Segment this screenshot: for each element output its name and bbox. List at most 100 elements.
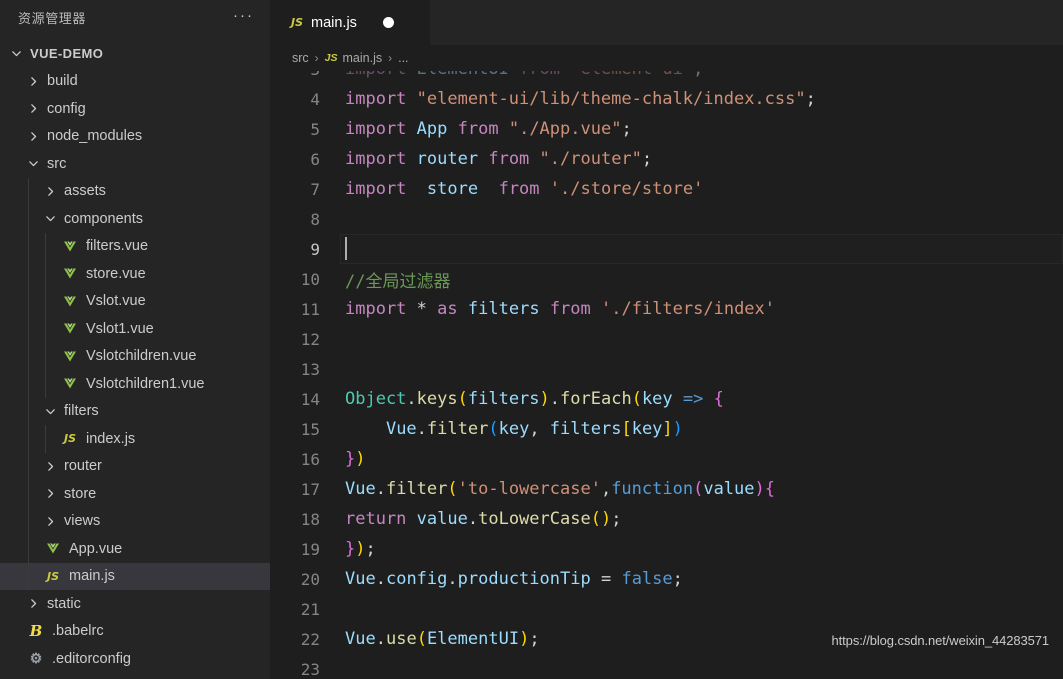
tree-item-vslotchildren-vue[interactable]: Vslotchildren.vue [0,342,270,370]
chevron-right-icon[interactable] [42,488,59,499]
breadcrumb-ellipsis[interactable]: ... [398,51,408,65]
code-line[interactable]: 13 [270,354,1063,384]
tree-item-filters[interactable]: filters [0,397,270,425]
tree-item-build[interactable]: build [0,68,270,96]
chevron-right-icon[interactable] [25,103,42,114]
tree-item-static[interactable]: static [0,590,270,618]
code-token: ( [590,509,601,529]
tree-item-store[interactable]: store [0,480,270,508]
tree-item-components[interactable]: components [0,205,270,233]
code-line[interactable]: 22 Vue.use(ElementUI); [270,624,1063,654]
indent-guide [45,287,46,315]
tree-item-config[interactable]: config [0,95,270,123]
code-line[interactable]: 17 Vue.filter('to-lowercase',function(val… [270,474,1063,504]
chevron-right-icon[interactable] [25,76,42,87]
tree-item-editorconfig[interactable]: ⚙ .editorconfig [0,645,270,673]
tree-item-vue-demo[interactable]: VUE-DEMO [0,40,270,68]
tree-item-label: assets [64,183,106,200]
code-token: } [345,449,356,469]
code-token: forEach [560,389,632,409]
tree-item-label: Vslot.vue [86,293,146,310]
code-line[interactable]: 4 import "element-ui/lib/theme-chalk/inde… [270,84,1063,114]
tree-item-filters-vue[interactable]: filters.vue [0,232,270,260]
vscode-window: 资源管理器 ··· VUE-DEMO build config node_module… [0,0,1063,679]
tree-item-vslot-vue[interactable]: Vslot.vue [0,287,270,315]
tree-item-vslot1-vue[interactable]: Vslot1.vue [0,315,270,343]
tree-item-store-vue[interactable]: store.vue [0,260,270,288]
code-token: value [416,509,468,529]
code-line[interactable]: 20 Vue.config.productionTip = false; [270,564,1063,594]
indent-guide [28,315,29,343]
tree-item-main-js[interactable]: JS main.js [0,562,270,590]
code-token: ; [693,71,703,79]
code-line[interactable]: 7 import store from './store/store' [270,174,1063,204]
chevron-right-icon[interactable] [42,186,59,197]
chevron-right-icon[interactable] [25,598,42,609]
code-token: import [345,89,407,109]
code-line[interactable]: 19}); [270,534,1063,564]
tree-item-label: Vslotchildren.vue [86,348,197,365]
code-line[interactable]: 15 Vue.filter(key, filters[key]) [270,414,1063,444]
code-line[interactable]: 8 [270,204,1063,234]
code-text: import "element-ui/lib/theme-chalk/index… [345,89,816,109]
code-token: import [345,119,407,139]
code-token: key [641,389,673,409]
file-tree[interactable]: VUE-DEMO build config node_modules src assets… [0,35,270,673]
breadcrumb-file[interactable]: main.js [343,51,383,65]
line-number: 19 [300,539,320,559]
code-token: ) [672,419,683,439]
code-token: import [345,71,406,79]
code-line[interactable]: 18 return value.toLowerCase(); [270,504,1063,534]
code-text: }); [345,539,376,559]
code-line[interactable]: 11 import * as filters from './filters/in… [270,294,1063,324]
chevron-right-icon[interactable] [42,516,59,527]
code-line[interactable]: 3import ElementUI from "element-ui"; [270,71,1063,84]
tree-item-node-modules[interactable]: node_modules [0,123,270,151]
tree-item-label: filters [64,403,99,420]
chevron-down-icon[interactable] [42,213,59,224]
unsaved-indicator-icon[interactable] [382,17,394,28]
code-line[interactable]: 5 import App from "./App.vue"; [270,114,1063,144]
tree-item-vslotchildren1-vue[interactable]: Vslotchildren1.vue [0,370,270,398]
code-line[interactable]: 10 //全局过滤器 [270,264,1063,294]
code-line[interactable]: 23 [270,654,1063,679]
tree-item-app-vue[interactable]: App.vue [0,535,270,563]
chevron-right-icon[interactable] [25,131,42,142]
tree-item-views[interactable]: views [0,507,270,535]
vue-icon [59,295,81,308]
tree-item-src[interactable]: src [0,150,270,178]
code-line[interactable]: 21 [270,594,1063,624]
code-text: import store from './store/store' [345,179,703,199]
chevron-down-icon[interactable] [8,48,25,59]
code-line[interactable]: 16}) [270,444,1063,474]
code-token: from [457,119,499,139]
tree-item-babelrc[interactable]: B .babelrc [0,618,270,646]
tree-item-index-js[interactable]: JS index.js [0,425,270,453]
code-line[interactable]: 14 Object.keys(filters).forEach(key => { [270,384,1063,414]
breadcrumb-folder[interactable]: src [292,51,309,65]
code-token: => [682,389,704,409]
code-token: ) [355,449,366,469]
code-line[interactable]: 6 import router from "./router"; [270,144,1063,174]
vue-icon [42,542,64,555]
tree-item-router[interactable]: router [0,452,270,480]
code-token: key [631,419,663,439]
code-text: import ElementUI from "element-ui"; [345,71,703,79]
code-line[interactable]: 12 [270,324,1063,354]
chevron-right-icon[interactable] [42,461,59,472]
more-actions-icon[interactable]: ··· [231,6,256,30]
code-token: key [498,419,530,439]
tree-item-label: index.js [86,430,136,447]
vue-icon [59,377,81,390]
chevron-down-icon[interactable] [25,158,42,169]
code-content[interactable]: 3import ElementUI from "element-ui";4imp… [270,71,1063,679]
code-line[interactable]: 9 [270,234,1063,264]
tree-item-assets[interactable]: assets [0,177,270,205]
tab-main-js[interactable]: JS main.js [270,0,430,45]
code-token: filter [385,479,448,499]
code-text: Vue.use(ElementUI); [345,629,540,649]
code-token: . [375,479,386,499]
chevron-down-icon[interactable] [42,406,59,417]
